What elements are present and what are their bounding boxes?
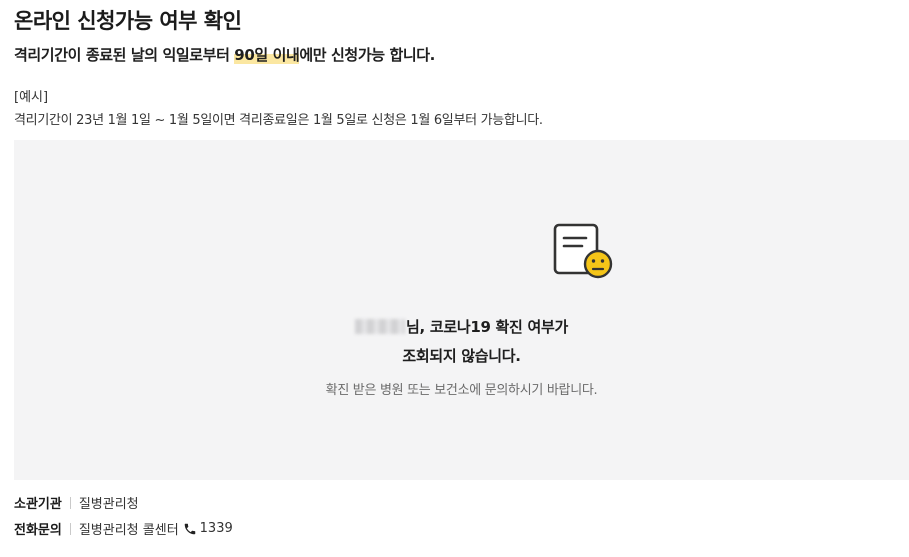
- result-hint: 확진 받은 병원 또는 보건소에 문의하시기 바랍니다.: [325, 383, 598, 398]
- phone-icon: [184, 523, 195, 534]
- agency-info-row: 소관기관 질병관리청: [14, 493, 139, 512]
- notice-text-after: 에만 신청가능 합니다.: [299, 46, 435, 64]
- agency-label: 소관기관: [14, 497, 62, 512]
- notice-highlight: 90일 이내: [234, 46, 300, 64]
- masked-user-name: [355, 319, 406, 334]
- agency-value: 질병관리청: [78, 497, 139, 512]
- phone-label: 전화문의: [14, 523, 62, 538]
- page-title: 온라인 신청가능 여부 확인: [14, 9, 242, 33]
- result-status-line-2: 조회되지 않습니다.: [402, 347, 521, 365]
- result-status-line: 님, 코로나19 확진 여부가: [14, 316, 909, 337]
- phone-value: 질병관리청 콜센터: [78, 523, 179, 538]
- divider: [69, 522, 71, 535]
- document-neutral-face-icon: [553, 223, 613, 279]
- divider: [69, 496, 71, 509]
- eligibility-notice: 격리기간이 종료된 날의 익일로부터 90일 이내에만 신청가능 합니다.: [14, 44, 435, 65]
- notice-text-before: 격리기간이 종료된 날의 익일로부터: [14, 46, 235, 64]
- phone-number-link[interactable]: 1339: [200, 521, 233, 536]
- example-text: 격리기간이 23년 1월 1일 ~ 1월 5일이면 격리종료일은 1월 5일로 …: [14, 113, 543, 128]
- example-label: [예시]: [14, 90, 49, 105]
- result-panel: 님, 코로나19 확진 여부가 조회되지 않습니다. 확진 받은 병원 또는 보…: [14, 140, 909, 480]
- phone-info-row: 전화문의 질병관리청 콜센터 1339: [14, 519, 233, 538]
- result-name-suffix: 님, 코로나19 확진 여부가: [406, 318, 568, 336]
